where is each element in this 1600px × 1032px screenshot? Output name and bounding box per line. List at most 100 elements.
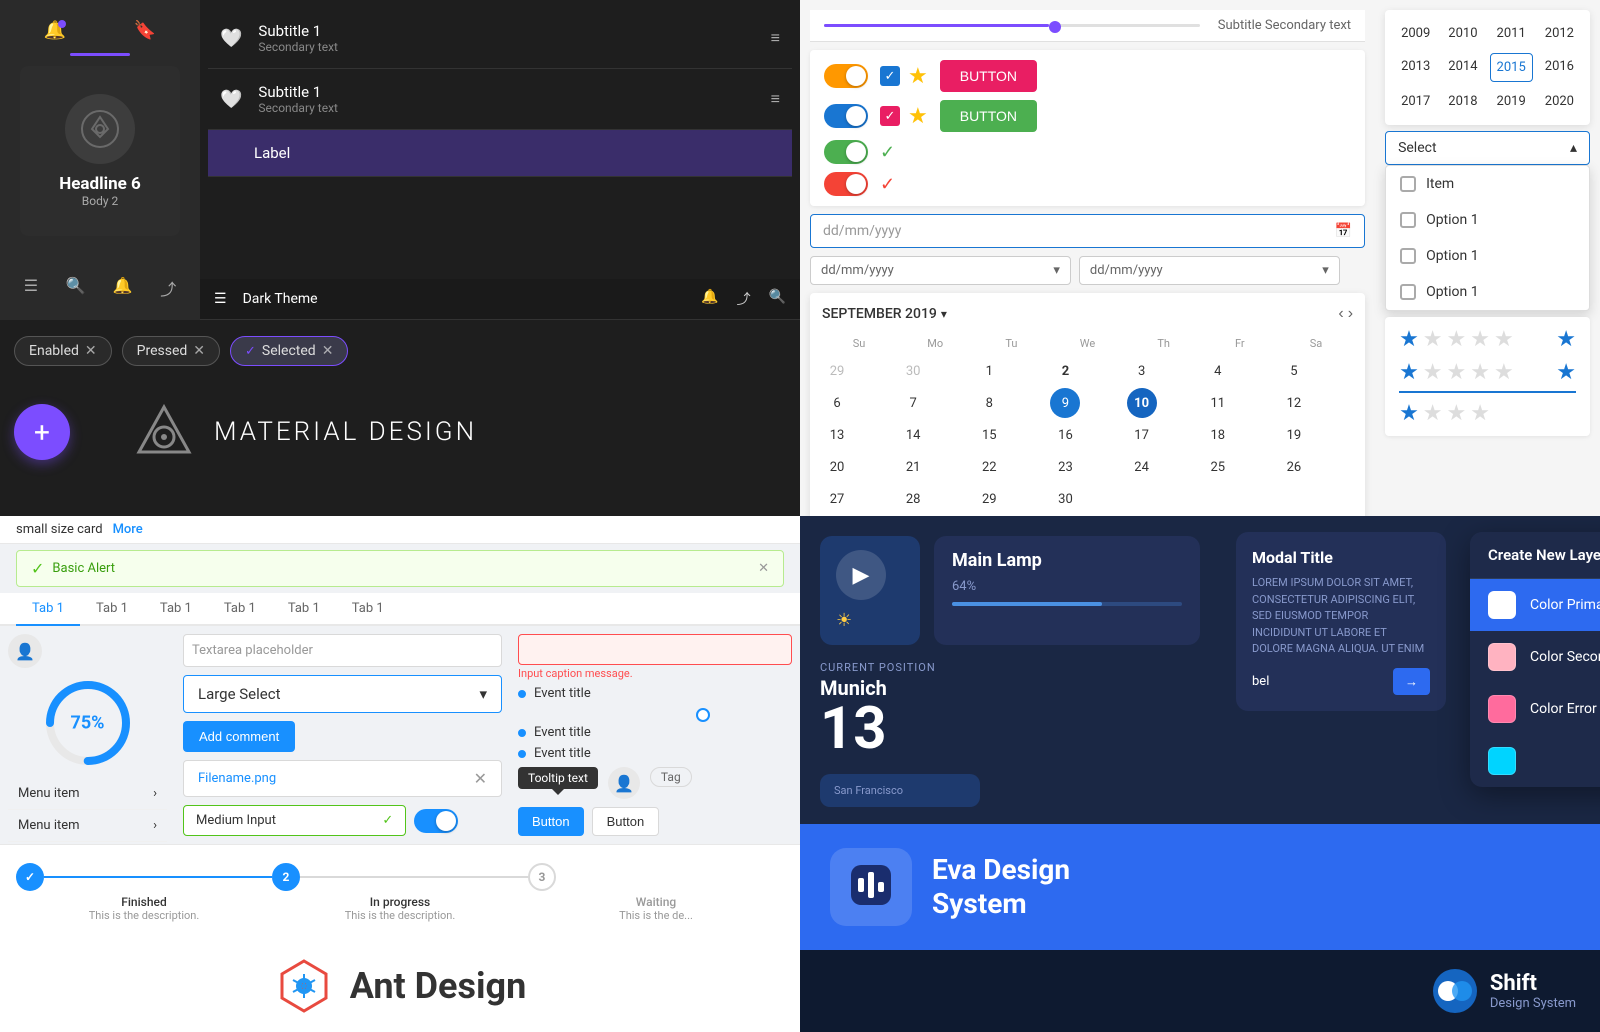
year-item[interactable]: 2014 — [1442, 53, 1483, 82]
toggle-red[interactable] — [824, 172, 868, 196]
select-option-3[interactable]: Option 1 — [1386, 274, 1589, 310]
checkbox-pink[interactable]: ✓ — [880, 106, 900, 126]
chip-pressed[interactable]: Pressed ✕ — [122, 336, 220, 366]
date-input-main[interactable]: dd/mm/yyyy 📅 — [810, 214, 1365, 248]
more-link[interactable]: More — [113, 522, 143, 537]
year-item[interactable]: 2013 — [1395, 53, 1436, 82]
tab-4[interactable]: Tab 1 — [208, 593, 272, 626]
star-blue[interactable]: ★ — [1399, 327, 1419, 352]
star-empty[interactable]: ★ — [1447, 327, 1467, 352]
star-empty[interactable]: ★ — [1423, 401, 1443, 426]
tab-6[interactable]: Tab 1 — [336, 593, 400, 626]
cal-day[interactable]: 1 — [974, 356, 1004, 386]
cal-day[interactable]: 21 — [898, 452, 928, 482]
chip-selected[interactable]: ✓ Selected ✕ — [230, 336, 348, 366]
prev-month-btn[interactable]: ‹ — [1338, 305, 1343, 323]
cal-day[interactable]: 12 — [1279, 388, 1309, 418]
year-item[interactable]: 2009 — [1395, 20, 1436, 47]
button-pink[interactable]: BUTTON — [940, 60, 1037, 92]
star-blue-2[interactable]: ★ — [1556, 360, 1576, 385]
cal-day[interactable]: 5 — [1279, 356, 1309, 386]
cal-day[interactable]: 20 — [822, 452, 852, 482]
tab-2[interactable]: Tab 1 — [80, 593, 144, 626]
cal-day[interactable]: 13 — [822, 420, 852, 450]
button-green[interactable]: BUTTON — [940, 100, 1037, 132]
search-btn[interactable]: 🔍 — [769, 289, 786, 309]
cal-day[interactable]: 2 — [1050, 356, 1080, 386]
layer-option-secondary[interactable]: Color Secondary — [1470, 631, 1600, 683]
list-item[interactable]: 🤍 Subtitle 1 Secondary text ≡ — [208, 8, 792, 69]
modal-arrow-btn[interactable]: → — [1393, 668, 1430, 695]
year-item[interactable]: 2019 — [1490, 88, 1533, 115]
add-comment-button[interactable]: Add comment — [183, 721, 295, 752]
select-option-1[interactable]: Option 1 — [1386, 202, 1589, 238]
item-menu-icon[interactable]: ≡ — [771, 89, 780, 109]
list-item[interactable]: 🤍 Subtitle 1 Secondary text ≡ — [208, 69, 792, 130]
year-item[interactable]: 2011 — [1490, 20, 1533, 47]
star-filled[interactable]: ★ — [1399, 360, 1419, 385]
large-select[interactable]: Large Select ▾ — [183, 675, 502, 713]
next-month-btn[interactable]: › — [1348, 305, 1353, 323]
year-item[interactable]: 2020 — [1539, 88, 1580, 115]
star-empty[interactable]: ★ — [1494, 360, 1514, 385]
item-menu-icon[interactable]: ≡ — [771, 28, 780, 48]
option-checkbox[interactable] — [1400, 212, 1416, 228]
year-item[interactable]: 2010 — [1442, 20, 1483, 47]
chevron-down-icon[interactable]: ▾ — [1053, 263, 1060, 278]
toggle-orange[interactable] — [824, 64, 868, 88]
select-option-2[interactable]: Option 1 — [1386, 238, 1589, 274]
year-item[interactable]: 2018 — [1442, 88, 1483, 115]
chip-close[interactable]: ✕ — [85, 343, 97, 359]
toggle-green[interactable] — [824, 140, 868, 164]
star-empty[interactable]: ★ — [1447, 360, 1467, 385]
star-empty[interactable]: ★ — [1423, 360, 1443, 385]
slider-thumb[interactable] — [696, 708, 710, 722]
bookmark-icon[interactable]: 🔖 — [134, 20, 156, 41]
cal-day[interactable]: 18 — [1203, 420, 1233, 450]
error-input[interactable] — [518, 634, 792, 665]
cal-day-selected[interactable]: 10 — [1127, 388, 1157, 418]
chip-close[interactable]: ✕ — [193, 343, 205, 359]
cal-day[interactable]: 30 — [898, 356, 928, 386]
cal-day[interactable]: 27 — [822, 484, 852, 514]
toggle-switch[interactable] — [414, 809, 458, 833]
star-empty[interactable]: ★ — [1470, 327, 1490, 352]
checkbox-blue[interactable]: ✓ — [880, 66, 900, 86]
year-item-selected[interactable]: 2015 — [1490, 53, 1533, 82]
cal-day[interactable]: 6 — [822, 388, 852, 418]
date-input-to[interactable]: dd/mm/yyyy ▾ — [1079, 256, 1340, 285]
select-box[interactable]: Select ▴ — [1385, 131, 1590, 165]
cal-day[interactable]: 3 — [1127, 356, 1157, 386]
cal-day[interactable]: 28 — [898, 484, 928, 514]
star-empty[interactable]: ★ — [1447, 401, 1467, 426]
slider-handle[interactable] — [1049, 21, 1061, 33]
share-icon[interactable]: ⤴ — [160, 276, 176, 300]
cal-day-today[interactable]: 9 — [1050, 388, 1080, 418]
cal-day[interactable]: 4 — [1203, 356, 1233, 386]
option-checkbox[interactable] — [1400, 284, 1416, 300]
bell-btn[interactable]: 🔔 — [701, 289, 718, 309]
option-checkbox[interactable] — [1400, 248, 1416, 264]
menu-icon[interactable]: ☰ — [24, 276, 38, 300]
bell-icon[interactable]: 🔔 — [44, 20, 66, 41]
cal-day[interactable]: 7 — [898, 388, 928, 418]
star-empty[interactable]: ★ — [1423, 327, 1443, 352]
cal-day[interactable]: 24 — [1127, 452, 1157, 482]
tab-5[interactable]: Tab 1 — [272, 593, 336, 626]
menu-item[interactable]: Menu item › — [8, 778, 167, 810]
medium-input[interactable]: Medium Input ✓ — [183, 805, 406, 836]
cal-day[interactable]: 16 — [1050, 420, 1080, 450]
year-item[interactable]: 2012 — [1539, 20, 1580, 47]
star-empty[interactable]: ★ — [1470, 401, 1490, 426]
year-item[interactable]: 2016 — [1539, 53, 1580, 82]
close-icon[interactable]: ✕ — [474, 769, 487, 788]
layer-option-teal[interactable] — [1470, 735, 1600, 787]
cal-day[interactable]: 15 — [974, 420, 1004, 450]
chevron-down-icon[interactable]: ▾ — [1322, 263, 1329, 278]
chip-close[interactable]: ✕ — [322, 343, 334, 359]
tab-3[interactable]: Tab 1 — [144, 593, 208, 626]
calendar-icon[interactable]: 📅 — [1335, 223, 1352, 239]
cal-day[interactable]: 30 — [1050, 484, 1080, 514]
tab-1[interactable]: Tab 1 — [16, 593, 80, 626]
button-primary[interactable]: Button — [518, 807, 584, 836]
